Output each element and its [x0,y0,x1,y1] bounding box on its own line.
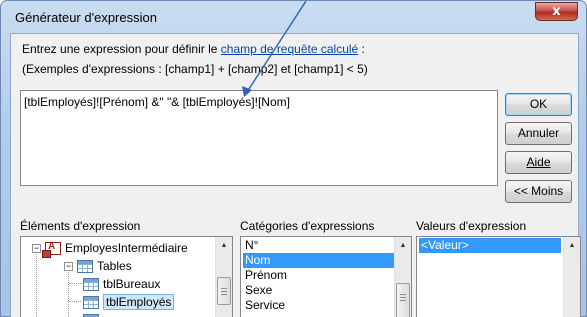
tree-guide-line [69,283,81,284]
collapse-icon[interactable]: − [64,261,73,271]
value-item-selected[interactable]: <Valeur> [419,238,561,253]
table-icon [83,295,99,309]
scroll-up-icon[interactable]: ▲ [395,238,411,254]
help-button-label: Aide [526,155,551,169]
expression-elements-tree[interactable]: − EmployesIntermédiaire − Tables tblBure… [20,236,233,317]
tree-guide-line [69,301,81,302]
expression-categories-list[interactable]: N° Nom Prénom Sexe Service ▲ [240,236,412,317]
calculated-field-help-link[interactable]: champ de requête calculé [221,42,358,56]
tree-node-database[interactable]: − EmployesIntermédiaire [32,239,188,258]
cancel-button[interactable]: Annuler [505,122,572,145]
access-database-icon [42,241,61,258]
expression-input[interactable]: [tblEmployés]![Prénom] &" "& [tblEmployé… [20,90,498,186]
categories-label: Catégories d'expressions [240,219,375,233]
tree-node-label: tblBureaux [103,277,161,291]
tree-node-label: Tables [97,259,132,273]
category-item[interactable]: Sexe [243,283,272,298]
title-bar[interactable]: Générateur d'expression x [1,1,586,33]
window-title: Générateur d'expression [15,10,157,25]
instruction-text: Entrez une expression pour définir le [22,42,221,56]
scroll-up-icon[interactable]: ▲ [216,238,232,254]
tree-scrollbar[interactable]: ▲ [215,237,232,317]
scrollbar-thumb[interactable] [217,277,231,305]
less-button[interactable]: << Moins [505,180,572,203]
tree-node-tables[interactable]: − Tables [64,257,132,275]
scroll-up-icon[interactable]: ▲ [564,238,580,254]
instruction-line-1: Entrez une expression pour définir le ch… [22,42,365,56]
values-label: Valeurs d'expression [416,219,527,233]
table-icon [83,277,99,291]
tree-guide-line [68,269,69,317]
tree-node-label: tblEmployés [103,294,175,310]
dialog-body: Entrez une expression pour définir le ch… [10,33,581,317]
ok-button[interactable]: OK [505,93,572,116]
values-scrollbar[interactable]: ▲ [563,237,580,317]
tables-folder-icon [77,259,93,273]
scrollbar-thumb[interactable] [396,283,410,317]
table-icon [83,313,99,317]
categories-scrollbar[interactable]: ▲ [394,237,411,317]
expression-builder-dialog: Générateur d'expression x Entrez une exp… [0,0,587,317]
instruction-examples: (Exemples d'expressions : [champ1] + [ch… [22,62,368,76]
expression-values-list[interactable]: <Valeur> ▲ [416,236,581,317]
category-item[interactable]: N° [243,238,258,253]
tree-node-tblemployes[interactable]: tblEmployés [83,293,175,311]
close-button[interactable]: x [535,2,578,21]
tree-node-partial[interactable] [83,311,103,317]
tree-node-tblbureaux[interactable]: tblBureaux [83,275,160,293]
category-item[interactable]: Service [243,298,285,313]
help-button[interactable]: Aide [505,151,572,174]
category-item[interactable]: Prénom [243,268,287,283]
elements-label: Éléments d'expression [20,219,141,233]
collapse-icon[interactable]: − [32,243,41,253]
close-icon: x [552,4,561,19]
tree-node-label: EmployesIntermédiaire [65,241,188,255]
tree-guide-line [36,251,37,317]
category-item-selected[interactable]: Nom [243,253,395,268]
instruction-suffix: : [358,42,365,56]
